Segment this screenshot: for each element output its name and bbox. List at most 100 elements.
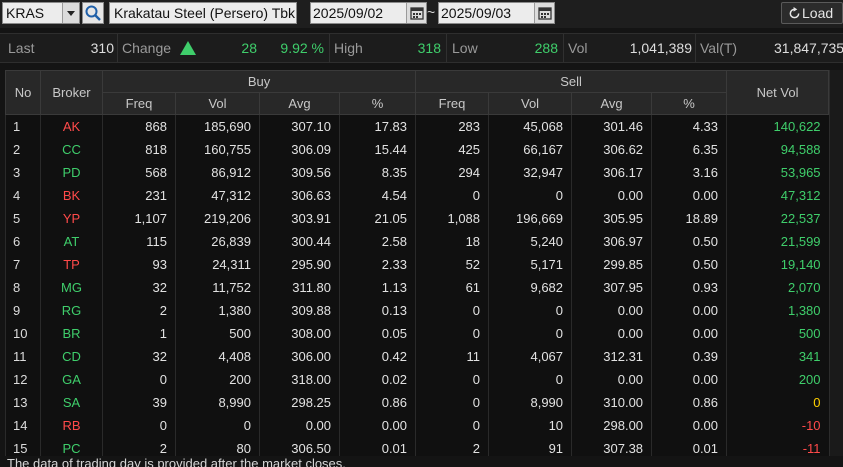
date-to-picker[interactable]: 2025/09/03	[438, 2, 555, 24]
table-row[interactable]: 9 RG 2 1,380 309.88 0.13 0 0 0.00 0.00 1,380	[5, 298, 829, 322]
buy-freq: 818	[102, 137, 176, 161]
net-vol: 2,070	[726, 275, 829, 299]
calendar-icon	[410, 7, 424, 20]
sell-avg: 0.00	[571, 183, 652, 207]
buy-vol: 24,311	[175, 252, 260, 276]
buy-pct: 4.54	[338, 183, 416, 207]
buy-freq: 32	[102, 344, 176, 368]
buy-vol: 47,312	[175, 183, 260, 207]
sell-vol: 0	[488, 321, 572, 345]
sell-vol: 0	[488, 367, 572, 391]
sell-pct: 4.33	[651, 114, 727, 138]
table-row[interactable]: 3 PD 568 86,912 309.56 8.35 294 32,947 306.17 3.1…	[5, 160, 829, 184]
sell-pct: 0.00	[651, 321, 727, 345]
sell-vol: 32,947	[488, 160, 572, 184]
sell-avg: 0.00	[571, 321, 652, 345]
sell-avg: 306.62	[571, 137, 652, 161]
sell-freq: 61	[415, 275, 489, 299]
ticker-combobox[interactable]	[2, 2, 80, 24]
sell-pct: 0.00	[651, 413, 727, 437]
table-row[interactable]: 14 RB 0 0 0.00 0.00 0 10 298.00 0.00 -10	[5, 413, 829, 437]
table-row[interactable]: 6 AT 115 26,839 300.44 2.58 18 5,240 306.97 0.50 2…	[5, 229, 829, 253]
buy-avg: 300.44	[259, 229, 340, 253]
table-body: 1 AK 868 185,690 307.10 17.83 283 45,068 301.46 4…	[5, 114, 829, 460]
sell-pct: 0.93	[651, 275, 727, 299]
table-row[interactable]: 12 GA 0 200 318.00 0.02 0 0 0.00 0.00 200	[5, 367, 829, 391]
buy-freq: 868	[102, 114, 176, 138]
row-number: 13	[5, 390, 41, 414]
sell-vol: 4,067	[488, 344, 572, 368]
sell-vol: 5,240	[488, 229, 572, 253]
col-header-sell-pct[interactable]: %	[651, 92, 728, 115]
date-from-picker[interactable]: 2025/09/02	[310, 2, 427, 24]
last-label: Last	[8, 40, 35, 56]
row-number: 4	[5, 183, 41, 207]
sell-freq: 283	[415, 114, 489, 138]
sell-freq: 425	[415, 137, 489, 161]
footer-notice: The data of trading day is provided afte…	[7, 456, 346, 467]
col-header-net-vol[interactable]: Net Vol	[726, 70, 830, 115]
table-row[interactable]: 5 YP 1,107 219,206 303.91 21.05 1,088 196,669 30…	[5, 206, 829, 230]
buy-freq: 93	[102, 252, 176, 276]
change-label: Change	[122, 40, 172, 56]
buy-freq: 115	[102, 229, 176, 253]
vertical-scrollbar[interactable]	[829, 70, 843, 456]
table-row[interactable]: 1 AK 868 185,690 307.10 17.83 283 45,068 301.46 4…	[5, 114, 829, 138]
col-header-broker[interactable]: Broker	[40, 70, 103, 115]
sell-pct: 3.16	[651, 160, 727, 184]
ticker-input[interactable]	[3, 3, 63, 23]
broker-code: CD	[40, 344, 103, 368]
table-row[interactable]: 13 SA 39 8,990 298.25 0.86 0 8,990 310.00 0.86 0	[5, 390, 829, 414]
buy-vol: 8,990	[175, 390, 260, 414]
valt-value: 31,847,735	[774, 40, 843, 56]
quote-bar: Last 310 Change 28 9.92 % High 318 Low 2…	[0, 33, 843, 63]
buy-freq: 32	[102, 275, 176, 299]
buy-pct: 17.83	[338, 114, 416, 138]
table-row[interactable]: 10 BR 1 500 308.00 0.05 0 0 0.00 0.00 500	[5, 321, 829, 345]
buy-vol: 0	[175, 413, 260, 437]
sell-freq: 0	[415, 413, 489, 437]
col-header-buy-vol[interactable]: Vol	[175, 92, 260, 115]
col-header-buy-avg[interactable]: Avg	[259, 92, 340, 115]
sell-vol: 45,068	[488, 114, 572, 138]
sell-freq: 1,088	[415, 206, 489, 230]
date-from-calendar-button[interactable]	[406, 3, 426, 23]
sell-avg: 298.00	[571, 413, 652, 437]
change-percent: 9.92 %	[280, 40, 324, 56]
col-header-buy-pct[interactable]: %	[338, 92, 417, 115]
buy-freq: 231	[102, 183, 176, 207]
broker-code: RB	[40, 413, 103, 437]
broker-code: BR	[40, 321, 103, 345]
sell-freq: 52	[415, 252, 489, 276]
buy-freq: 39	[102, 390, 176, 414]
table-row[interactable]: 11 CD 32 4,408 306.00 0.42 11 4,067 312.31 0.39 34…	[5, 344, 829, 368]
broker-code: PD	[40, 160, 103, 184]
row-number: 11	[5, 344, 41, 368]
buy-avg: 303.91	[259, 206, 340, 230]
table-row[interactable]: 7 TP 93 24,311 295.90 2.33 52 5,171 299.85 0.50 19…	[5, 252, 829, 276]
sell-vol: 66,167	[488, 137, 572, 161]
col-header-sell-freq[interactable]: Freq	[415, 92, 490, 115]
buy-vol: 26,839	[175, 229, 260, 253]
calendar-icon	[538, 7, 552, 20]
sell-freq: 0	[415, 298, 489, 322]
table-row[interactable]: 4 BK 231 47,312 306.63 4.54 0 0 0.00 0.00 47,312	[5, 183, 829, 207]
buy-pct: 1.13	[338, 275, 416, 299]
table-row[interactable]: 2 CC 818 160,755 306.09 15.44 425 66,167 306.62 6…	[5, 137, 829, 161]
buy-pct: 0.42	[338, 344, 416, 368]
ticker-dropdown-button[interactable]	[62, 3, 79, 23]
table-row[interactable]: 8 MG 32 11,752 311.80 1.13 61 9,682 307.95 0.93 2,…	[5, 275, 829, 299]
load-button[interactable]: Load	[781, 2, 843, 24]
search-button[interactable]	[82, 2, 104, 24]
sell-pct: 0.50	[651, 252, 727, 276]
buy-vol: 86,912	[175, 160, 260, 184]
col-header-sell-vol[interactable]: Vol	[488, 92, 573, 115]
sell-pct: 0.86	[651, 390, 727, 414]
date-to-calendar-button[interactable]	[534, 3, 554, 23]
col-header-sell-avg[interactable]: Avg	[571, 92, 653, 115]
col-header-no[interactable]: No	[5, 70, 41, 115]
col-header-buy-freq[interactable]: Freq	[102, 92, 176, 115]
net-vol: 94,588	[726, 137, 829, 161]
date-from-value: 2025/09/02	[313, 5, 384, 21]
row-number: 5	[5, 206, 41, 230]
